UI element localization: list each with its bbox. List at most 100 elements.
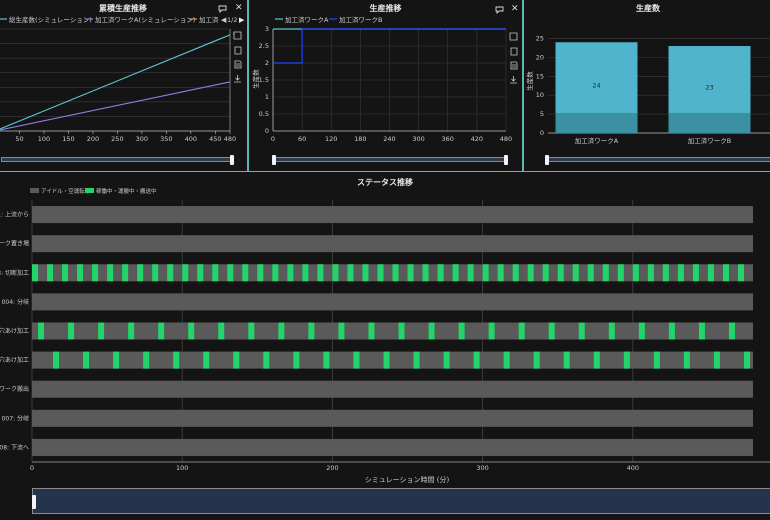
active-segment (278, 322, 285, 340)
active-segment (173, 351, 180, 369)
active-segment (557, 264, 564, 282)
x-tick-label: 300 (476, 464, 488, 472)
x-tick-label: 50 (15, 135, 23, 143)
zoom-handle-right[interactable] (504, 155, 508, 165)
zoom-handle-right[interactable] (230, 155, 234, 165)
legend-total[interactable]: 総生産数(シミュレーション) (9, 15, 92, 24)
active-segment (542, 264, 549, 282)
chat-icon[interactable] (218, 4, 227, 15)
active-segment (263, 351, 270, 369)
active-segment (527, 264, 534, 282)
active-segment (467, 264, 474, 282)
active-segment (548, 322, 555, 340)
x-tick-label: 250 (111, 135, 123, 143)
count-panel: 生産数 生産数 0 5 10 15 20 25 24 加工済ワークA 23 加工済ワークB (523, 0, 770, 172)
x-tick-label: 400 (627, 464, 639, 472)
row-label: 004: 分岐 (2, 298, 29, 306)
production-zoom-slider[interactable] (272, 155, 508, 165)
x-tick-label: 0 (30, 464, 34, 472)
x-tick-label: 300 (136, 135, 148, 143)
status-panel: ステータス推移 アイドル・空運転中 稼働中・運搬中・搬送中 1: 上流から ーク置… (0, 172, 770, 520)
row-label: 3: 切断加工 (0, 269, 29, 277)
active-segment (383, 351, 390, 369)
status-zoom-slider[interactable] (32, 488, 770, 514)
y-tick-label: 20 (536, 53, 544, 61)
zoom-handle-left[interactable] (272, 155, 276, 165)
active-segment (638, 322, 645, 340)
bar-shade (668, 113, 751, 133)
idle-bar (32, 351, 753, 369)
active-segment (152, 264, 159, 282)
data-view-icon[interactable] (233, 54, 242, 69)
active-segment (242, 264, 249, 282)
legend-next-icon[interactable]: ▶ (239, 16, 245, 24)
production-chart: 加工済ワークA 加工済ワークB 生産数 00.511.522.530 60 120 1… (251, 15, 512, 143)
active-segment (482, 264, 489, 282)
legend-active[interactable]: 稼働中・運搬中・搬送中 (96, 187, 157, 195)
zoom-handle-left[interactable] (545, 155, 549, 165)
legend-idle[interactable]: アイドル・空運転中 (41, 187, 90, 195)
data-view-icon[interactable] (509, 55, 518, 70)
status-x-label: シミュレーション時間 (分) (365, 475, 450, 484)
zoom-handle-left[interactable] (32, 495, 36, 509)
restore-icon[interactable] (509, 26, 518, 41)
count-zoom-slider[interactable] (545, 155, 770, 165)
close-icon[interactable]: ✕ (235, 4, 243, 13)
download-icon[interactable] (233, 68, 242, 83)
active-segment (287, 264, 294, 282)
y-tick-label: 0.5 (259, 110, 269, 118)
active-segment (182, 264, 189, 282)
x-tick-label: 360 (442, 135, 454, 143)
refresh-icon[interactable] (509, 41, 518, 56)
x-tick-label: 100 (38, 135, 50, 143)
active-segment (437, 264, 444, 282)
close-icon[interactable]: ✕ (511, 5, 519, 14)
x-tick-label: 0 (271, 135, 275, 143)
x-tick-label: 450 (209, 135, 221, 143)
active-segment (368, 322, 375, 340)
legend-workpiece-a[interactable]: 加工済ワークA(シミュレーション) (95, 15, 195, 24)
active-segment (107, 264, 114, 282)
x-tick-label: 加工済ワークB (688, 136, 731, 145)
legend-workpiece-b[interactable]: 加工済ワークB (339, 15, 382, 24)
active-segment (743, 351, 750, 369)
idle-bar (32, 206, 753, 224)
active-segment (593, 351, 600, 369)
row-label: 007: 分岐 (2, 414, 29, 422)
active-segment (653, 351, 660, 369)
download-icon[interactable] (509, 69, 518, 84)
active-segment (413, 351, 420, 369)
legend-workpiece-a[interactable]: 加工済ワークA (285, 15, 329, 24)
active-segment (458, 322, 465, 340)
active-segment (53, 351, 60, 369)
cumulative-chart: 総生産数(シミュレーション) 加工済ワークA(シミュレーション) 加工済 ◀ 1… (0, 15, 245, 143)
active-segment (227, 264, 234, 282)
x-tick-label: 150 (62, 135, 74, 143)
x-tick-label: 400 (185, 135, 197, 143)
active-segment (632, 264, 639, 282)
restore-icon[interactable] (233, 25, 242, 40)
cumulative-zoom-slider[interactable] (1, 155, 234, 165)
active-segment (377, 264, 384, 282)
active-segment (602, 264, 609, 282)
active-segment (518, 322, 525, 340)
active-segment (167, 264, 174, 282)
legend-processed[interactable]: 加工済 (199, 15, 219, 24)
active-segment (77, 264, 84, 282)
active-segment (473, 351, 480, 369)
active-segment (512, 264, 519, 282)
active-segment (578, 322, 585, 340)
active-segment (392, 264, 399, 282)
y-tick-label: 10 (536, 91, 544, 99)
row-label: 穴あけ加工 (0, 356, 29, 364)
active-segment (188, 322, 195, 340)
refresh-icon[interactable] (233, 40, 242, 55)
active-segment (683, 351, 690, 369)
active-segment (497, 264, 504, 282)
idle-bar (32, 438, 753, 456)
bar-value-label: 24 (592, 82, 600, 90)
active-segment (443, 351, 450, 369)
active-segment (128, 322, 135, 340)
y-tick-label: 0 (540, 129, 544, 137)
chat-icon[interactable] (495, 5, 504, 16)
